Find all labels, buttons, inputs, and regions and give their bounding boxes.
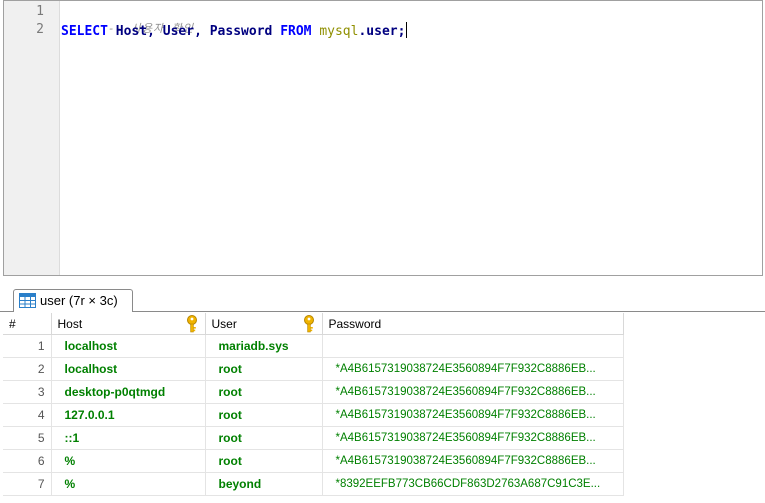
cell-user[interactable]: beyond [205, 472, 323, 496]
tab-user-result[interactable]: user (7r × 3c) [13, 289, 133, 311]
sql-comma: , [147, 24, 155, 39]
cell-host[interactable]: % [51, 449, 206, 473]
row-number: 2 [3, 357, 52, 381]
column-header-rownum[interactable]: # [3, 313, 52, 335]
code-line-2[interactable]: SELECT Host, User, Password FROM mysql.u… [61, 22, 408, 39]
column-header-password[interactable]: Password [322, 313, 624, 335]
row-number: 4 [3, 403, 52, 427]
result-tab-strip: user (7r × 3c) [0, 276, 765, 312]
code-area[interactable]: -- 사용자 확인 SELECT Host, User, Password FR… [61, 1, 762, 275]
sql-comma: , [194, 24, 202, 39]
cell-user[interactable]: root [205, 357, 323, 381]
cell-host[interactable]: 127.0.0.1 [51, 403, 206, 427]
cell-password[interactable]: *A4B6157319038724E3560894F7F932C8886EB..… [322, 357, 624, 381]
sql-keyword-select: SELECT [61, 24, 108, 39]
cell-host[interactable]: ::1 [51, 426, 206, 450]
sql-column-user: User [162, 24, 195, 39]
row-number: 7 [3, 472, 52, 496]
sql-column-host: Host [115, 24, 148, 39]
column-header-host[interactable]: Host [51, 313, 206, 335]
table-row[interactable]: 4 127.0.0.1 root *A4B6157319038724E35608… [3, 403, 624, 427]
row-number: 3 [3, 380, 52, 404]
tab-label: user (7r × 3c) [40, 293, 118, 308]
sql-schema-name: mysql [319, 24, 359, 39]
table-row[interactable]: 2 localhost root *A4B6157319038724E35608… [3, 357, 624, 381]
row-number: 1 [3, 334, 52, 358]
cell-user[interactable]: root [205, 403, 323, 427]
cell-host[interactable]: desktop-p0qtmgd [51, 380, 206, 404]
sql-table-name: user [366, 24, 398, 39]
line-number-gutter: 1 2 [4, 1, 60, 275]
text-caret [406, 22, 408, 38]
cell-password[interactable] [322, 334, 624, 358]
column-header-user[interactable]: User [205, 313, 323, 335]
primary-key-icon [303, 315, 314, 333]
table-grid-icon [19, 293, 36, 308]
sql-editor[interactable]: 1 2 -- 사용자 확인 SELECT Host, User, Passwor… [3, 0, 763, 276]
table-row[interactable]: 5 ::1 root *A4B6157319038724E3560894F7F9… [3, 426, 624, 450]
cell-password[interactable]: *8392EEFB773CB66CDF863D2763A687C91C3E... [322, 472, 624, 496]
cell-host[interactable]: localhost [51, 334, 206, 358]
table-row[interactable]: 3 desktop-p0qtmgd root *A4B6157319038724… [3, 380, 624, 404]
cell-user[interactable]: mariadb.sys [205, 334, 323, 358]
grid-header-row: # Host User Password [3, 313, 624, 335]
row-number: 5 [3, 426, 52, 450]
cell-host[interactable]: % [51, 472, 206, 496]
result-grid[interactable]: # Host User Password 1 localhost mariadb… [3, 313, 624, 496]
cell-user[interactable]: root [205, 426, 323, 450]
table-row[interactable]: 7 % beyond *8392EEFB773CB66CDF863D2763A6… [3, 472, 624, 496]
sql-semicolon: ; [397, 24, 406, 39]
line-number: 1 [36, 4, 44, 19]
cell-password[interactable]: *A4B6157319038724E3560894F7F932C8886EB..… [322, 449, 624, 473]
cell-user[interactable]: root [205, 380, 323, 404]
sql-keyword-from: FROM [280, 24, 312, 39]
primary-key-icon [186, 315, 197, 333]
line-number: 2 [36, 22, 44, 37]
sql-column-password: Password [209, 24, 273, 39]
cell-password[interactable]: *A4B6157319038724E3560894F7F932C8886EB..… [322, 403, 624, 427]
table-row[interactable]: 1 localhost mariadb.sys [3, 334, 624, 358]
cell-password[interactable]: *A4B6157319038724E3560894F7F932C8886EB..… [322, 380, 624, 404]
cell-host[interactable]: localhost [51, 357, 206, 381]
table-row[interactable]: 6 % root *A4B6157319038724E3560894F7F932… [3, 449, 624, 473]
cell-password[interactable]: *A4B6157319038724E3560894F7F932C8886EB..… [322, 426, 624, 450]
row-number: 6 [3, 449, 52, 473]
cell-user[interactable]: root [205, 449, 323, 473]
